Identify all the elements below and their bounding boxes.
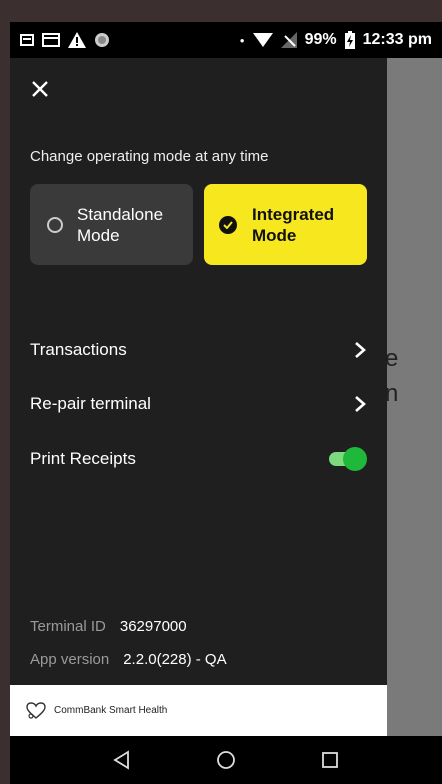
terminal-id-row: Terminal ID 36297000 <box>30 618 187 635</box>
device-frame: ● 99% 12:33 pm e n Change operating mode… <box>0 0 442 784</box>
menu-item-print-receipts: Print Receipts <box>30 444 367 474</box>
integrated-mode-option[interactable]: Integrated Mode <box>204 184 367 265</box>
brand-footer: CommBank Smart Health <box>10 685 387 736</box>
radio-unchecked-icon <box>47 216 63 233</box>
mode-label: Integrated Mode <box>252 204 335 245</box>
status-bar: ● 99% 12:33 pm <box>10 22 442 58</box>
mode-label: Standalone Mode <box>77 204 164 245</box>
brand-name: CommBank Smart Health <box>54 705 168 716</box>
home-icon[interactable] <box>215 749 237 771</box>
sync-icon <box>95 33 109 47</box>
clock: 12:33 pm <box>362 31 432 48</box>
app-version-label: App version <box>30 651 110 668</box>
terminal-id-label: Terminal ID <box>30 618 106 635</box>
warning-icon <box>68 32 86 48</box>
menu-item-label: Transactions <box>30 340 127 359</box>
menu-item-transactions[interactable]: Transactions <box>30 335 367 365</box>
recents-icon[interactable] <box>319 749 341 771</box>
toggle-thumb <box>343 447 367 471</box>
menu-item-label: Print Receipts <box>30 449 136 468</box>
check-circle-icon <box>219 215 237 234</box>
menu-item-label: Re-pair terminal <box>30 394 151 413</box>
chevron-right-icon <box>355 342 366 358</box>
wifi-icon <box>252 33 273 47</box>
print-receipts-toggle[interactable] <box>329 447 367 471</box>
background-text-fragment: n <box>385 380 399 407</box>
back-icon[interactable] <box>111 749 133 771</box>
mode-caption: Change operating mode at any time <box>30 148 269 165</box>
signal-dot-icon: ● <box>239 35 245 45</box>
background-text-fragment: e <box>385 345 399 372</box>
message-icon <box>20 34 34 46</box>
close-icon[interactable] <box>26 75 54 103</box>
standalone-mode-option[interactable]: Standalone Mode <box>30 184 193 265</box>
app-version-row: App version 2.2.0(228) - QA <box>30 651 227 668</box>
system-icons: ● 99% 12:33 pm <box>240 31 432 49</box>
battery-percent: 99% <box>304 31 337 48</box>
notification-icons <box>20 32 110 48</box>
battery-charging-icon <box>344 31 355 49</box>
menu-item-repair-terminal[interactable]: Re-pair terminal <box>30 389 367 419</box>
navigation-bar <box>10 736 442 784</box>
card-icon <box>42 33 60 47</box>
no-sim-icon <box>280 32 297 48</box>
terminal-id-value: 36297000 <box>119 618 187 635</box>
app-screen: e n Change operating mode at any time St… <box>10 58 442 736</box>
heart-logo-icon <box>26 701 46 719</box>
app-version-value: 2.2.0(228) - QA <box>123 651 227 668</box>
chevron-right-icon <box>355 396 366 412</box>
side-drawer: Change operating mode at any time Standa… <box>10 58 387 736</box>
